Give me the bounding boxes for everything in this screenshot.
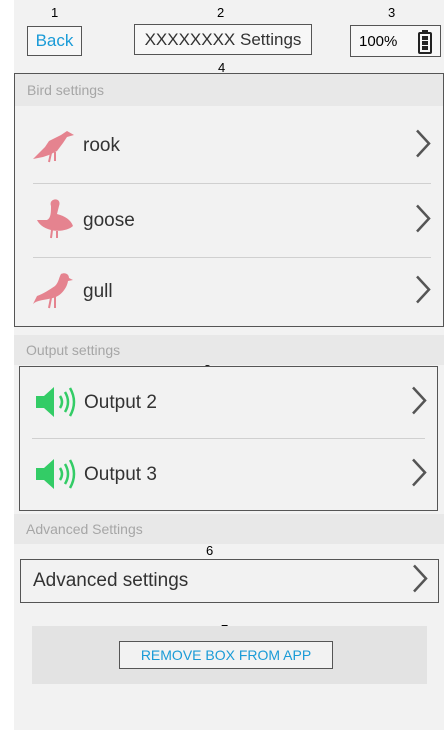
advanced-settings-header-label: Advanced Settings [26, 521, 143, 537]
output-item-label: Output 3 [84, 464, 157, 485]
annotation-1: 1 [51, 5, 59, 20]
annotation-3: 3 [388, 5, 396, 20]
chevron-right-icon [411, 458, 427, 493]
chevron-right-icon [412, 564, 428, 599]
bird-item-label: gull [83, 281, 113, 302]
chevron-right-icon [415, 204, 431, 239]
bird-settings-header-label: Bird settings [27, 82, 105, 98]
speaker-icon [34, 457, 80, 496]
bird-settings-header: Bird settings [15, 74, 443, 106]
page-title: XXXXXXXX Settings [134, 24, 312, 55]
output-item-3[interactable]: Output 3 [20, 439, 437, 511]
rook-icon [31, 129, 75, 168]
bird-item-label: rook [83, 135, 120, 156]
output-settings-group: Output 2 Output 3 [19, 366, 438, 511]
speaker-icon [34, 385, 80, 424]
battery-icon [418, 30, 432, 59]
annotation-2: 2 [217, 5, 225, 20]
page-title-text: XXXXXXXX Settings [144, 29, 302, 49]
bird-item-label: goose [83, 210, 135, 231]
advanced-settings-item[interactable]: Advanced settings [20, 559, 439, 603]
back-button-label: Back [35, 31, 74, 50]
output-settings-header-label: Output settings [26, 342, 121, 358]
bird-item-rook[interactable]: rook [15, 109, 443, 183]
back-button[interactable]: Back [27, 26, 82, 56]
chevron-right-icon [415, 129, 431, 164]
chevron-right-icon [411, 386, 427, 421]
bird-item-gull[interactable]: gull [15, 258, 443, 326]
bird-item-goose[interactable]: goose [15, 184, 443, 258]
battery-percent: 100% [359, 32, 398, 50]
remove-box-button[interactable]: REMOVE BOX FROM APP [119, 641, 333, 669]
goose-icon [35, 198, 75, 245]
advanced-settings-header: Advanced Settings [14, 514, 444, 544]
annotation-6: 6 [206, 543, 214, 558]
bird-settings-group: Bird settings rook goose gull [14, 73, 444, 327]
output-settings-header: Output settings [14, 335, 444, 365]
advanced-settings-label: Advanced settings [33, 570, 189, 591]
output-item-label: Output 2 [84, 392, 157, 413]
output-item-2[interactable]: Output 2 [20, 367, 437, 439]
chevron-right-icon [415, 275, 431, 310]
gull-icon [31, 272, 75, 317]
battery-status: 100% [350, 25, 441, 57]
remove-box-button-label: REMOVE BOX FROM APP [140, 647, 312, 663]
